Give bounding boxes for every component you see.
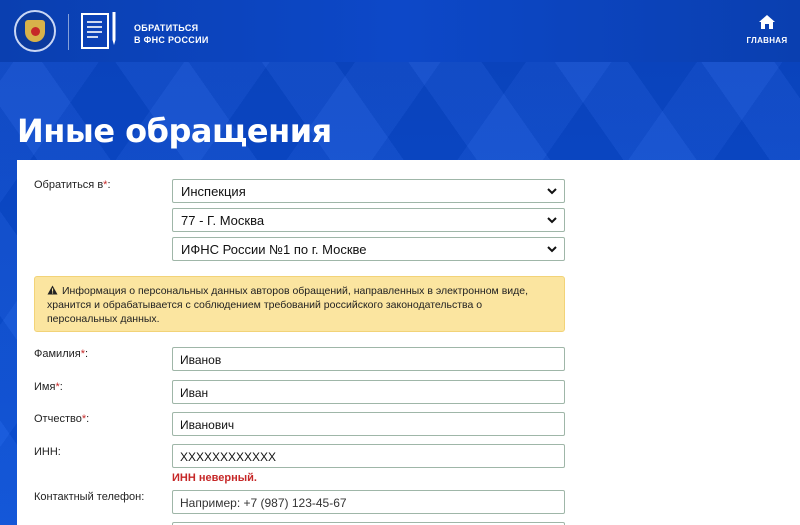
home-label: ГЛАВНАЯ xyxy=(746,36,788,45)
form-card: Обратиться в*: Инспекция 77 - Г. Москва … xyxy=(17,160,800,525)
app-title-line2: В ФНС РОССИИ xyxy=(134,35,209,45)
recipient-type-value: Инспекция xyxy=(181,184,246,199)
home-button[interactable]: ГЛАВНАЯ xyxy=(742,14,792,45)
home-icon xyxy=(759,15,775,29)
tax-office-select[interactable]: ИФНС России №1 по г. Москве xyxy=(172,237,565,261)
recipient-type-select[interactable]: Инспекция xyxy=(172,179,565,203)
inn-label: ИНН: xyxy=(34,446,61,458)
chevron-down-icon xyxy=(547,246,557,253)
chevron-down-icon xyxy=(547,217,557,224)
warning-icon xyxy=(47,285,58,295)
first-name-input[interactable]: Иван xyxy=(172,380,565,404)
personal-data-notice: Информация о персональных данных авторов… xyxy=(34,276,565,332)
recipient-label: Обратиться в*: xyxy=(34,179,111,191)
notice-text: Информация о персональных данных авторов… xyxy=(47,285,529,325)
document-pen-icon xyxy=(81,12,116,49)
last-name-input[interactable]: Иванов xyxy=(172,347,565,371)
page-title: Иные обращения xyxy=(17,112,332,150)
header-divider xyxy=(68,14,69,50)
region-select[interactable]: 77 - Г. Москва xyxy=(172,208,565,232)
fns-emblem-logo[interactable] xyxy=(14,10,56,52)
inn-input[interactable]: XXXXXXXXXXXX xyxy=(172,444,565,468)
inn-error-message: ИНН неверный. xyxy=(172,472,257,484)
chevron-down-icon xyxy=(547,188,557,195)
middle-name-input[interactable]: Иванович xyxy=(172,412,565,436)
last-name-label: Фамилия*: xyxy=(34,348,89,360)
phone-input[interactable]: Например: +7 (987) 123-45-67 xyxy=(172,490,565,514)
top-header: ОБРАТИТЬСЯ В ФНС РОССИИ ГЛАВНАЯ xyxy=(0,0,800,62)
region-value: 77 - Г. Москва xyxy=(181,213,265,228)
tax-office-value: ИФНС России №1 по г. Москве xyxy=(181,242,367,257)
middle-name-label: Отчество*: xyxy=(34,413,90,425)
app-title-line1: ОБРАТИТЬСЯ xyxy=(134,23,199,33)
phone-label: Контактный телефон: xyxy=(34,491,145,503)
app-title-link[interactable]: ОБРАТИТЬСЯ В ФНС РОССИИ xyxy=(134,22,214,46)
first-name-label: Имя*: xyxy=(34,381,63,393)
